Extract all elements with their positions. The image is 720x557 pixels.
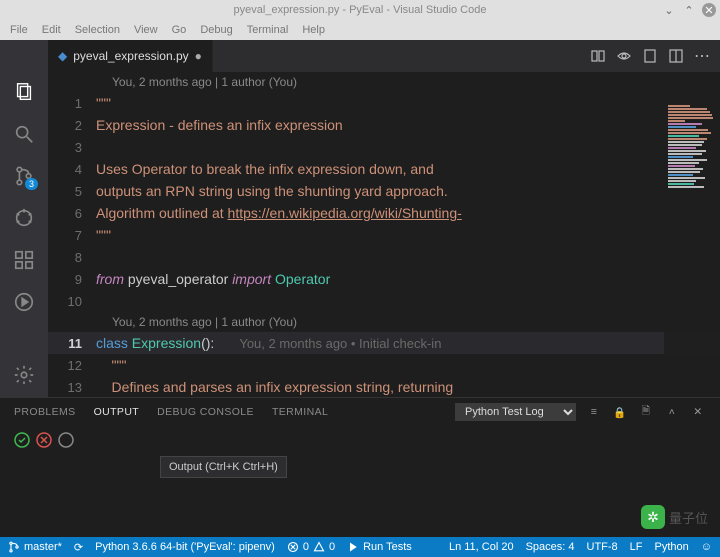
window-minimize-icon[interactable]: ⌄ <box>662 3 676 17</box>
output-tab-tooltip: Output (Ctrl+K Ctrl+H) <box>160 456 287 478</box>
clear-output-icon[interactable]: ≡ <box>586 404 602 420</box>
line-number: 11 <box>48 336 96 351</box>
code-line: """ <box>96 95 720 111</box>
editor-actions-group: ⋯ <box>580 40 720 72</box>
menu-file[interactable]: File <box>10 24 28 36</box>
test-fail-icon <box>36 432 52 448</box>
status-run-tests[interactable]: Run Tests <box>347 541 412 553</box>
inline-blame: You, 2 months ago • Initial check-in <box>239 336 441 351</box>
code-line: """ <box>96 227 720 243</box>
editor-tab-active[interactable]: ◆ pyeval_expression.py ● <box>48 40 213 72</box>
line-number: 7 <box>48 228 96 243</box>
code-line: Uses Operator to break the infix express… <box>96 161 720 177</box>
line-number: 5 <box>48 184 96 199</box>
editor-tab-label: pyeval_expression.py <box>73 49 188 63</box>
line-number: 4 <box>48 162 96 177</box>
menu-bar: File Edit Selection View Go Debug Termin… <box>0 20 720 40</box>
activity-bar: 3 <box>0 72 48 397</box>
status-lncol[interactable]: Ln 11, Col 20 <box>449 541 514 553</box>
line-number: 8 <box>48 250 96 265</box>
line-number: 12 <box>48 358 96 373</box>
line-number: 2 <box>48 118 96 133</box>
code-line: """ <box>96 357 720 373</box>
status-bar: master* ⟳ Python 3.6.6 64-bit ('PyEval':… <box>0 537 720 557</box>
codelens-class[interactable]: You, 2 months ago | 1 author (You) <box>48 312 720 332</box>
editor-tab-dirty-icon[interactable]: ● <box>195 49 202 63</box>
watermark-icon: ✲ <box>641 505 665 529</box>
test-pass-icon <box>14 432 30 448</box>
activity-scm[interactable]: 3 <box>10 162 38 190</box>
status-branch[interactable]: master* <box>8 541 62 553</box>
activity-test[interactable] <box>10 288 38 316</box>
open-log-icon[interactable]: 🗎 <box>638 404 654 420</box>
status-spaces[interactable]: Spaces: 4 <box>526 541 575 553</box>
panel-close-icon[interactable]: ✕ <box>690 404 706 420</box>
window-title: pyeval_expression.py - PyEval - Visual S… <box>234 4 487 16</box>
split-editor-icon[interactable] <box>668 48 684 64</box>
activity-settings[interactable] <box>10 361 38 389</box>
test-skip-icon <box>58 432 74 448</box>
panel-maximize-icon[interactable]: ˄ <box>664 404 680 420</box>
scm-badge: 3 <box>25 178 38 190</box>
activity-debug[interactable] <box>10 204 38 232</box>
window-maximize-icon[interactable]: ⌃ <box>682 3 696 17</box>
output-body[interactable] <box>0 426 720 537</box>
code-editor[interactable]: You, 2 months ago | 1 author (You) 1""" … <box>48 72 720 397</box>
preview-icon[interactable] <box>616 48 632 64</box>
status-encoding[interactable]: UTF-8 <box>587 541 618 553</box>
output-channel-select[interactable]: Python Test Log <box>455 403 576 421</box>
menu-debug[interactable]: Debug <box>200 24 232 36</box>
watermark: ✲ 量子位 <box>641 505 708 529</box>
code-line: outputs an RPN string using the shunting… <box>96 183 720 199</box>
split-compare-icon[interactable] <box>590 48 606 64</box>
lock-scroll-icon[interactable]: 🔒 <box>612 404 628 420</box>
menu-selection[interactable]: Selection <box>75 24 120 36</box>
menu-terminal[interactable]: Terminal <box>247 24 289 36</box>
panel-tab-terminal[interactable]: TERMINAL <box>272 406 328 418</box>
editor-tabstrip: ◆ pyeval_expression.py ● ⋯ <box>0 40 720 72</box>
code-line: from pyeval_operator import Operator <box>96 271 720 287</box>
codelens-file[interactable]: You, 2 months ago | 1 author (You) <box>48 72 720 92</box>
minimap[interactable] <box>664 104 720 364</box>
activity-extensions[interactable] <box>10 246 38 274</box>
line-number: 1 <box>48 96 96 111</box>
code-line: Algorithm outlined at https://en.wikiped… <box>96 205 720 221</box>
bottom-panel: PROBLEMS OUTPUT DEBUG CONSOLE TERMINAL P… <box>0 397 720 537</box>
status-interpreter[interactable]: Python 3.6.6 64-bit ('PyEval': pipenv) <box>95 541 275 553</box>
menu-go[interactable]: Go <box>172 24 187 36</box>
line-number: 13 <box>48 380 96 395</box>
line-number: 10 <box>48 294 96 309</box>
window-titlebar: pyeval_expression.py - PyEval - Visual S… <box>0 0 720 20</box>
activity-bar-spacer <box>0 40 48 72</box>
panel-tab-output[interactable]: OUTPUT <box>94 406 140 418</box>
status-feedback-icon[interactable]: ☺ <box>701 541 712 553</box>
more-actions-icon[interactable]: ⋯ <box>694 48 710 64</box>
python-file-icon: ◆ <box>58 49 67 63</box>
watermark-text: 量子位 <box>669 508 708 527</box>
open-changes-icon[interactable] <box>642 48 658 64</box>
code-line: Expression - defines an infix expression <box>96 117 720 133</box>
activity-explorer[interactable] <box>10 78 38 106</box>
code-line: Defines and parses an infix expression s… <box>96 379 720 395</box>
status-sync[interactable]: ⟳ <box>74 541 83 554</box>
line-number: 6 <box>48 206 96 221</box>
code-line: class Expression(): You, 2 months ago • … <box>96 335 720 351</box>
panel-tab-problems[interactable]: PROBLEMS <box>14 406 76 418</box>
menu-view[interactable]: View <box>134 24 158 36</box>
menu-edit[interactable]: Edit <box>42 24 61 36</box>
activity-search[interactable] <box>10 120 38 148</box>
status-language[interactable]: Python <box>655 541 689 553</box>
status-problems[interactable]: 0 0 <box>287 541 335 553</box>
line-number: 3 <box>48 140 96 155</box>
line-number: 9 <box>48 272 96 287</box>
status-eol[interactable]: LF <box>630 541 643 553</box>
menu-help[interactable]: Help <box>302 24 325 36</box>
window-close-icon[interactable]: ✕ <box>702 3 716 17</box>
panel-tab-debug-console[interactable]: DEBUG CONSOLE <box>157 406 254 418</box>
